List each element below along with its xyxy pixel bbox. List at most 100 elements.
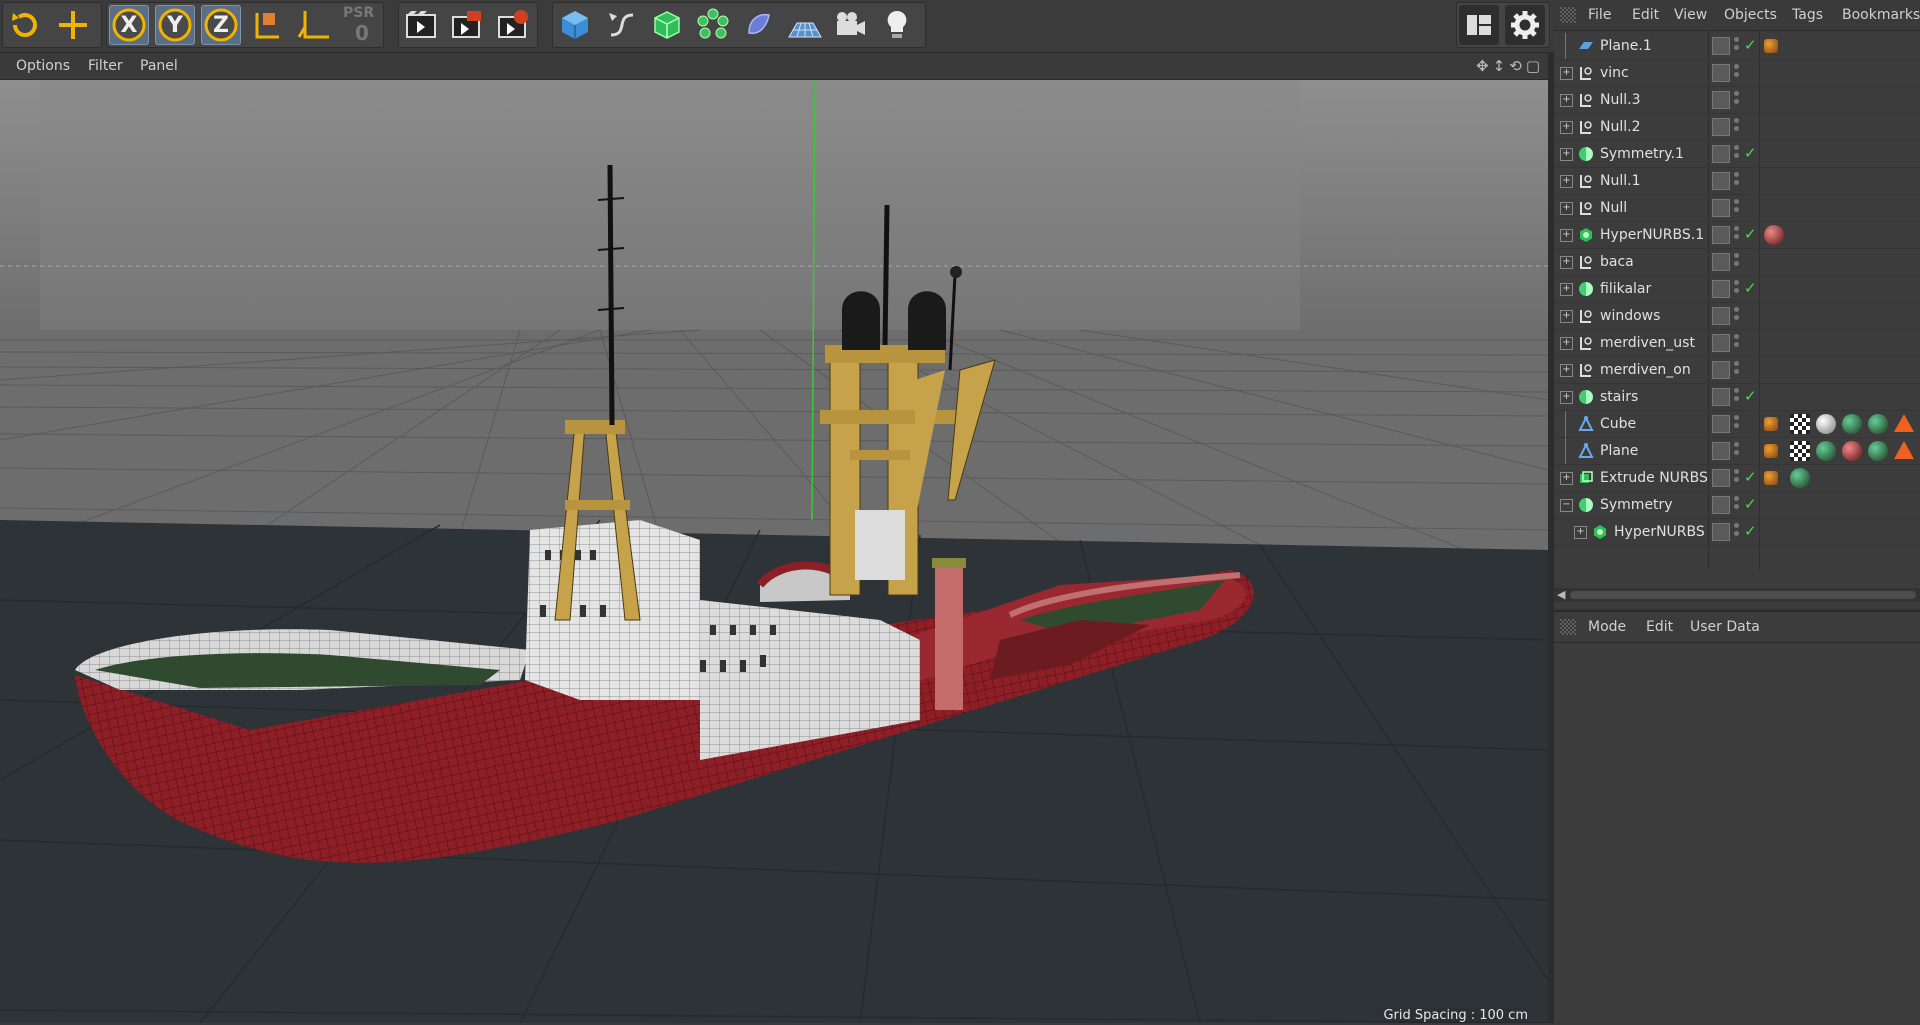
layout-switch-icon[interactable] [1459,5,1499,45]
object-row[interactable]: + stairs ✓ [1554,384,1920,411]
coordinate-system-icon[interactable] [247,5,287,45]
object-row[interactable]: + HyperNURBS ✓ [1554,519,1920,546]
object-name[interactable]: Null.3 [1600,92,1640,108]
object-row[interactable]: + Extrude NURBS ✓ [1554,465,1920,492]
scrollbar-thumb[interactable] [1570,591,1916,599]
am-menu-user-data[interactable]: User Data [1690,619,1760,635]
spline-pen-icon[interactable] [601,5,641,45]
viewport-menu-filter[interactable]: Filter [88,58,123,74]
expand-toggle-icon[interactable]: + [1560,337,1573,350]
object-row[interactable]: Plane.1 ✓ [1554,33,1920,60]
object-name[interactable]: merdiven_ust [1600,335,1695,351]
visibility-dots-icon[interactable] [1734,91,1740,109]
enabled-check-icon[interactable]: ✓ [1744,522,1757,540]
layer-toggle-icon[interactable] [1712,145,1730,163]
object-name[interactable]: HyperNURBS [1614,524,1705,540]
check-tag-icon[interactable] [1790,414,1810,434]
enabled-check-icon[interactable]: ✓ [1744,279,1757,297]
visibility-dots-icon[interactable] [1734,388,1740,406]
enabled-check-icon[interactable]: ✓ [1744,495,1757,513]
visibility-dots-icon[interactable] [1734,334,1740,352]
viewport-navigation-icons[interactable]: ✥↕⟲▢ [1476,57,1544,75]
layer-toggle-icon[interactable] [1712,199,1730,217]
panel-grip-icon[interactable] [1560,7,1576,23]
object-row[interactable]: + Null [1554,195,1920,222]
light-object-icon[interactable] [877,5,917,45]
ball-red-tag-icon[interactable] [1842,441,1862,461]
om-menu-edit[interactable]: Edit [1632,7,1659,23]
psr-lock-button[interactable]: PSR 0 [339,5,379,45]
scroll-left-icon[interactable]: ◀ [1557,588,1565,601]
visibility-dots-icon[interactable] [1734,415,1740,433]
render-view-icon[interactable] [401,5,441,45]
cube-object-icon[interactable] [555,5,595,45]
visibility-dots-icon[interactable] [1734,361,1740,379]
ball-green-tag-icon[interactable] [1868,414,1888,434]
visibility-dots-icon[interactable] [1734,226,1740,244]
expand-toggle-icon[interactable]: + [1560,310,1573,323]
layer-toggle-icon[interactable] [1712,118,1730,136]
3d-viewport[interactable]: Grid Spacing : 100 cm [0,80,1548,1023]
layer-toggle-icon[interactable] [1712,442,1730,460]
object-row[interactable]: + merdiven_on [1554,357,1920,384]
object-row[interactable]: + windows [1554,303,1920,330]
layer-toggle-icon[interactable] [1712,469,1730,487]
ball-green-tag-icon[interactable] [1816,441,1836,461]
object-name[interactable]: Null.2 [1600,119,1640,135]
expand-toggle-icon[interactable]: + [1560,256,1573,269]
object-row[interactable]: − Symmetry ✓ [1554,492,1920,519]
axis-z-toggle[interactable]: Z [201,5,241,45]
visibility-dots-icon[interactable] [1734,37,1740,55]
expand-toggle-icon[interactable]: + [1560,391,1573,404]
om-menu-objects[interactable]: Objects [1724,7,1777,23]
object-name[interactable]: vinc [1600,65,1629,81]
object-name[interactable]: Symmetry.1 [1600,146,1684,162]
ball-green-tag-icon[interactable] [1790,468,1810,488]
object-name[interactable]: filikalar [1600,281,1651,297]
layer-toggle-icon[interactable] [1712,91,1730,109]
layer-toggle-icon[interactable] [1712,37,1730,55]
ball-green-tag-icon[interactable] [1842,414,1862,434]
expand-toggle-icon[interactable]: + [1560,364,1573,377]
layer-toggle-icon[interactable] [1712,415,1730,433]
enabled-check-icon[interactable]: ✓ [1744,468,1757,486]
om-menu-bookmarks[interactable]: Bookmarks [1842,7,1920,23]
visibility-dots-icon[interactable] [1734,280,1740,298]
axis-x-toggle[interactable]: X [109,5,149,45]
layer-toggle-icon[interactable] [1712,280,1730,298]
hier-tag-icon[interactable] [1764,39,1778,53]
layer-toggle-icon[interactable] [1712,361,1730,379]
object-name[interactable]: Null [1600,200,1627,216]
visibility-dots-icon[interactable] [1734,172,1740,190]
check-tag-icon[interactable] [1790,441,1810,461]
layer-toggle-icon[interactable] [1712,523,1730,541]
undo-icon[interactable] [5,5,45,45]
layer-toggle-icon[interactable] [1712,64,1730,82]
viewport-menu-options[interactable]: Options [16,58,70,74]
am-menu-mode[interactable]: Mode [1588,619,1626,635]
visibility-dots-icon[interactable] [1734,118,1740,136]
ball-white-tag-icon[interactable] [1816,414,1836,434]
expand-toggle-icon[interactable]: + [1560,283,1573,296]
expand-toggle-icon[interactable]: − [1560,499,1573,512]
visibility-dots-icon[interactable] [1734,307,1740,325]
object-row[interactable]: + baca [1554,249,1920,276]
visibility-dots-icon[interactable] [1734,523,1740,541]
expand-toggle-icon[interactable]: + [1560,472,1573,485]
object-name[interactable]: stairs [1600,389,1638,405]
object-row[interactable]: Plane [1554,438,1920,465]
object-name[interactable]: Cube [1600,416,1636,432]
object-row[interactable]: + vinc [1554,60,1920,87]
tri-tag-icon[interactable] [1894,441,1914,459]
object-name[interactable]: Symmetry [1600,497,1673,513]
tri-tag-icon[interactable] [1894,414,1914,432]
viewport-menu-panel[interactable]: Panel [140,58,178,74]
layer-toggle-icon[interactable] [1712,226,1730,244]
object-row[interactable]: Cube [1554,411,1920,438]
render-settings-icon[interactable] [493,5,533,45]
object-name[interactable]: HyperNURBS.1 [1600,227,1704,243]
object-name[interactable]: windows [1600,308,1660,324]
object-row[interactable]: + filikalar ✓ [1554,276,1920,303]
am-menu-edit[interactable]: Edit [1646,619,1673,635]
object-row[interactable]: + merdiven_ust [1554,330,1920,357]
